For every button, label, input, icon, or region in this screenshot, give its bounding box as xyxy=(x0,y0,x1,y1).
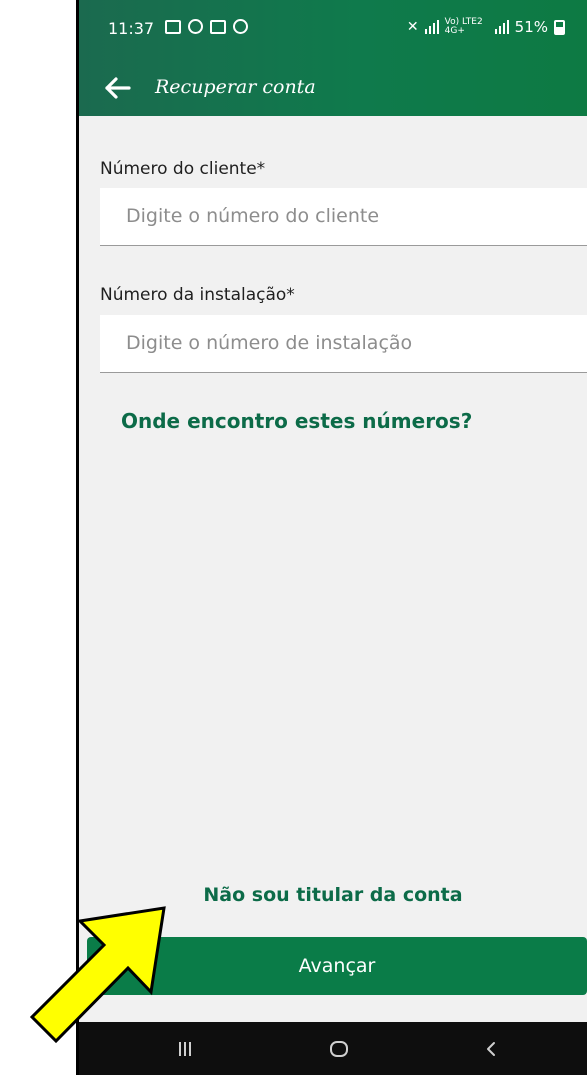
back-button[interactable] xyxy=(103,73,133,103)
installation-number-field-box xyxy=(100,315,587,373)
network-label: Vo) LTE2 4G+ xyxy=(444,17,483,36)
status-time: 11:37 xyxy=(108,19,155,38)
mute-icon: ✕ xyxy=(406,19,419,35)
installation-number-input[interactable] xyxy=(126,315,566,371)
signal-icon xyxy=(424,20,439,34)
screenshot-canvas: 11:37 ✕ Vo) LTE2 4G+ 51% Recuperar conta… xyxy=(0,0,587,1075)
recents-icon xyxy=(179,1041,191,1056)
status-bar: 11:37 ✕ Vo) LTE2 4G+ 51% xyxy=(79,0,587,60)
arrow-left-icon xyxy=(105,77,131,99)
client-number-field-box xyxy=(100,188,587,246)
installation-number-label: Número da instalação* xyxy=(100,285,295,305)
where-to-find-numbers-link[interactable]: Onde encontro estes números? xyxy=(121,409,472,433)
home-button[interactable] xyxy=(289,1022,389,1075)
client-number-label: Número do cliente* xyxy=(100,159,266,179)
account-icon xyxy=(233,19,248,34)
battery-percent: 51% xyxy=(514,18,548,36)
back-chevron-icon xyxy=(487,1041,495,1056)
app-bar: Recuperar conta xyxy=(79,60,587,116)
annotation-arrow-icon xyxy=(29,906,166,1044)
system-back-button[interactable] xyxy=(442,1022,542,1075)
top-bar: 11:37 ✕ Vo) LTE2 4G+ 51% Recuperar conta xyxy=(79,0,587,116)
gallery-icon xyxy=(210,19,226,34)
status-indicators: ✕ Vo) LTE2 4G+ 51% xyxy=(407,18,565,36)
battery-icon xyxy=(554,19,565,35)
client-number-input[interactable] xyxy=(126,188,566,244)
signal-icon-2 xyxy=(494,20,509,34)
location-icon xyxy=(188,19,203,34)
card-icon xyxy=(165,19,181,34)
notification-icons xyxy=(165,19,248,34)
home-icon xyxy=(330,1040,348,1057)
page-title: Recuperar conta xyxy=(155,76,316,98)
